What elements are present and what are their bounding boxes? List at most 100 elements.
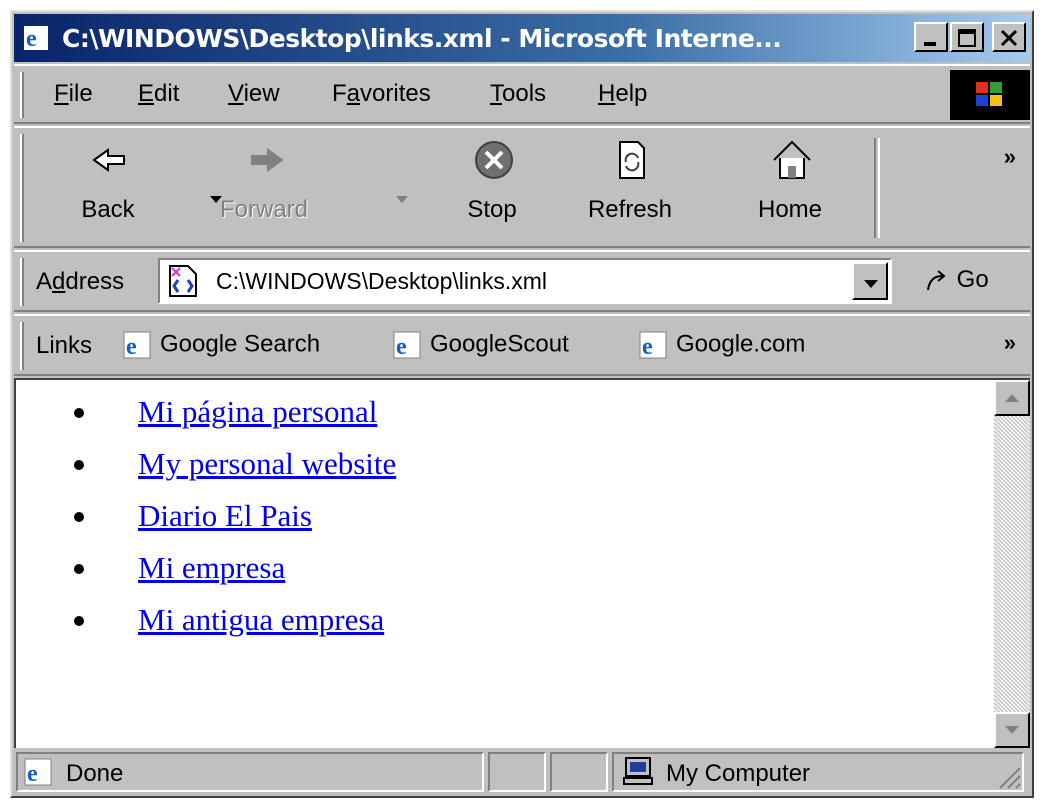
refresh-button[interactable]: Refresh	[580, 136, 680, 246]
status-bar: e Done My Computer	[14, 750, 1030, 796]
stop-icon	[475, 141, 513, 179]
address-label-rest: dress	[65, 268, 125, 295]
home-button[interactable]: Home	[740, 136, 840, 246]
address-label: Address	[36, 268, 124, 296]
minimize-button[interactable]	[914, 22, 948, 52]
status-pane-blank-1	[488, 752, 546, 792]
ie-page-icon: e	[24, 758, 52, 787]
windows-flag-icon	[976, 82, 1002, 106]
minimize-icon	[924, 42, 936, 46]
page-link[interactable]: Mi empresa	[138, 550, 285, 586]
link-googlescout[interactable]: e GoogleScout	[390, 330, 569, 360]
forward-label: Forward	[219, 196, 309, 223]
arrow-down-icon	[1005, 726, 1019, 734]
menu-file-accel: F	[54, 80, 69, 107]
link-google-com-label: Google.com	[676, 330, 806, 358]
toolbar-separator	[874, 138, 880, 238]
home-icon	[773, 140, 811, 179]
menu-tools-accel: T	[490, 80, 502, 107]
bullet-icon	[74, 408, 84, 418]
menu-edit-accel: E	[138, 80, 155, 107]
link-googlescout-label: GoogleScout	[430, 330, 569, 358]
ie-page-icon: e	[639, 331, 667, 360]
toolbar-grip[interactable]	[20, 134, 24, 242]
menu-favorites-pre: F	[332, 80, 347, 107]
resize-grip-icon[interactable]	[992, 760, 1022, 790]
forward-dropdown-icon[interactable]	[396, 196, 410, 206]
address-input[interactable]: C:\WINDOWS\Desktop\links.xml	[158, 258, 892, 304]
status-zone-pane: My Computer	[612, 752, 1024, 792]
address-bar: Address C:\WINDOWS\Desktop\links.xml Go	[14, 250, 1030, 312]
close-icon	[1000, 29, 1018, 47]
menu-view-rest: iew	[243, 80, 280, 107]
scroll-down-button[interactable]	[994, 712, 1030, 748]
svg-text:e: e	[642, 334, 653, 360]
stop-button[interactable]: Stop	[442, 136, 542, 246]
standard-toolbar: Back Forward Stop Refresh Home »	[14, 126, 1030, 248]
links-chevron-icon[interactable]: »	[1004, 330, 1016, 356]
links-label: Links	[36, 332, 93, 359]
ie-app-icon: e	[24, 26, 48, 52]
stop-label: Stop	[467, 196, 517, 223]
link-google-com[interactable]: e Google.com	[636, 330, 805, 360]
page-link[interactable]: Mi página personal	[138, 394, 377, 430]
back-button[interactable]: Back	[58, 136, 158, 246]
scroll-up-button[interactable]	[994, 380, 1030, 416]
zone-label: My Computer	[666, 760, 811, 787]
menu-tools-rest: ools	[502, 80, 547, 107]
menu-bar: File Edit View Favorites Tools Help	[14, 64, 1030, 124]
menu-edit-rest: dit	[154, 80, 180, 107]
page-link[interactable]: Diario El Pais	[138, 498, 312, 534]
menu-view-accel: V	[228, 80, 244, 107]
title-bar[interactable]: e C:\WINDOWS\Desktop\links.xml - Microso…	[14, 14, 1030, 62]
address-dropdown-button[interactable]	[852, 262, 888, 300]
windows-logo	[950, 70, 1030, 120]
go-button[interactable]: Go	[924, 266, 989, 294]
close-button[interactable]	[992, 22, 1026, 52]
page-content: Mi página personal My personal website D…	[14, 378, 1030, 748]
svg-text:e: e	[26, 26, 37, 52]
page-link[interactable]: Mi antigua empresa	[138, 602, 384, 638]
menu-favorites-rest: vorites	[360, 80, 431, 107]
menu-help[interactable]: Help	[598, 80, 647, 108]
status-pane-blank-2	[550, 752, 608, 792]
bullet-icon	[74, 512, 84, 522]
forward-button[interactable]: Forward	[214, 136, 314, 246]
arrow-up-icon	[1005, 394, 1019, 402]
links-bar: Links e Google Search e GoogleScout e Googl…	[14, 314, 1030, 376]
vertical-scrollbar[interactable]	[994, 380, 1030, 748]
status-text-pane: e Done	[16, 752, 484, 792]
maximize-button[interactable]	[950, 22, 984, 52]
page-link[interactable]: My personal website	[138, 446, 396, 482]
refresh-icon	[619, 141, 645, 179]
menu-file[interactable]: File	[54, 80, 93, 108]
back-arrow-icon	[92, 148, 125, 172]
menu-help-accel: H	[598, 80, 616, 107]
chevron-down-icon	[864, 280, 878, 288]
toolbar-chevron-icon[interactable]: »	[1004, 144, 1016, 170]
address-label-accel: d	[52, 268, 66, 295]
menu-edit[interactable]: Edit	[138, 80, 179, 108]
address-label-pre: A	[36, 268, 53, 295]
home-label: Home	[757, 196, 823, 223]
menu-bar-grip[interactable]	[20, 72, 24, 118]
svg-text:e: e	[27, 761, 38, 787]
bullet-icon	[74, 564, 84, 574]
browser-window: e C:\WINDOWS\Desktop\links.xml - Microso…	[10, 10, 1034, 798]
address-bar-grip[interactable]	[20, 258, 24, 306]
menu-view[interactable]: View	[228, 80, 280, 108]
link-google-search-label: Google Search	[160, 330, 321, 358]
status-text: Done	[66, 760, 124, 787]
my-computer-icon	[623, 757, 653, 785]
links-bar-grip[interactable]	[20, 322, 24, 370]
menu-file-rest: ile	[68, 80, 93, 107]
svg-text:e: e	[126, 334, 137, 360]
address-value: C:\WINDOWS\Desktop\links.xml	[216, 268, 547, 294]
menu-favorites[interactable]: Favorites	[332, 80, 431, 108]
maximize-icon	[958, 29, 976, 47]
bullet-icon	[74, 460, 84, 470]
menu-help-rest: elp	[615, 80, 648, 107]
bullet-icon	[74, 616, 84, 626]
menu-tools[interactable]: Tools	[490, 80, 546, 108]
link-google-search[interactable]: e Google Search	[120, 330, 320, 360]
